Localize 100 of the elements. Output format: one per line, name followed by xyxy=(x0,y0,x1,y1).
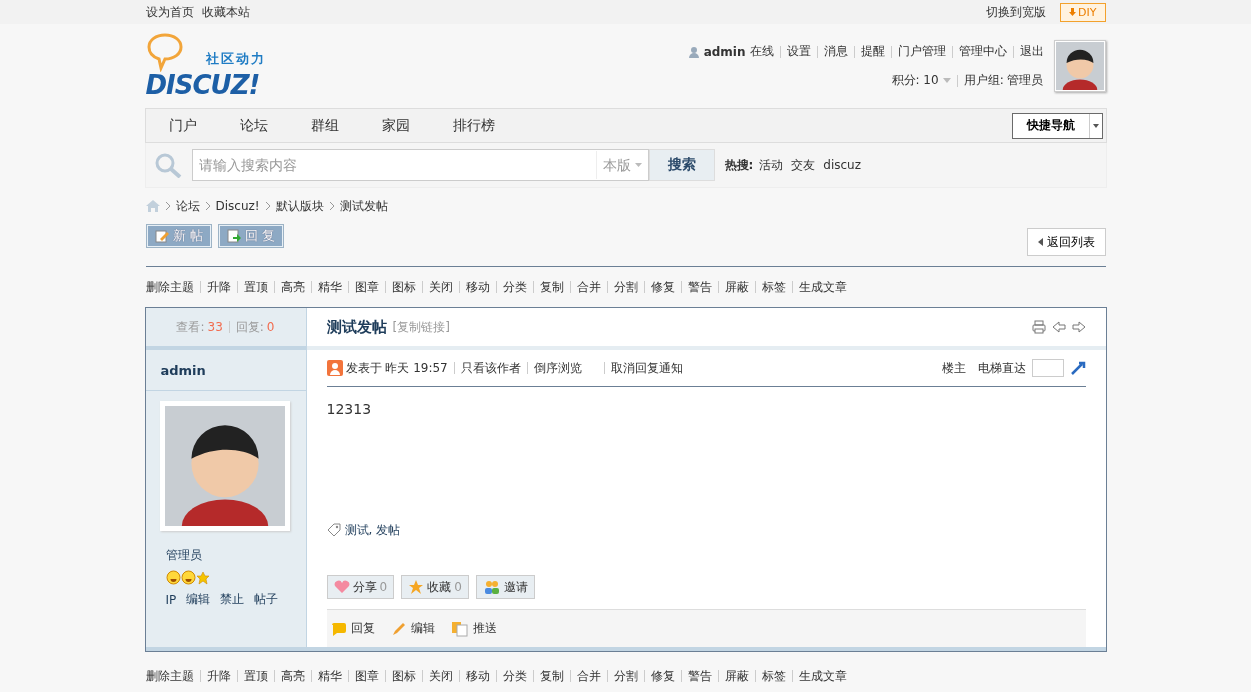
breadcrumb-link[interactable]: Discuz! xyxy=(215,199,260,213)
moderation-link[interactable]: 合并 xyxy=(576,667,601,685)
switch-width-link[interactable]: 切换到宽版 xyxy=(986,3,1047,21)
post-option-link[interactable]: 只看该作者 xyxy=(460,359,521,377)
user-menu-link[interactable]: 退出 xyxy=(1019,43,1044,60)
chevron-icon xyxy=(329,202,334,210)
moderation-link[interactable]: 升降 xyxy=(206,278,231,296)
reply-link[interactable]: 回复 xyxy=(330,620,375,637)
moderation-link[interactable]: 移动 xyxy=(465,667,490,685)
moderation-link[interactable]: 复制 xyxy=(539,667,564,685)
user-group-link[interactable]: 用户组: 管理员 xyxy=(963,72,1044,89)
breadcrumb-link[interactable]: 默认版块 xyxy=(275,197,324,215)
previous-arrow-icon[interactable] xyxy=(1051,321,1066,333)
user-menu-link[interactable]: 提醒 xyxy=(860,43,885,60)
back-to-list-button[interactable]: 返回列表 xyxy=(1026,228,1106,256)
top-link[interactable]: 收藏本站 xyxy=(201,3,250,21)
nav-item[interactable]: 家园 xyxy=(358,116,430,135)
moderation-link[interactable]: 图标 xyxy=(391,278,416,296)
print-icon[interactable] xyxy=(1031,320,1046,334)
user-avatar[interactable] xyxy=(1053,40,1106,92)
moderation-link[interactable]: 高亮 xyxy=(280,278,305,296)
chevron-icon xyxy=(205,202,210,210)
top-link[interactable]: 设为首页 xyxy=(145,3,194,21)
user-rank-link[interactable]: 管理员 xyxy=(165,547,286,564)
moderation-link[interactable]: 图章 xyxy=(354,278,379,296)
author-action-link[interactable]: 禁止 xyxy=(220,591,245,608)
nav-item[interactable]: 排行榜 xyxy=(429,116,515,135)
moderation-link[interactable]: 关闭 xyxy=(428,667,453,685)
hot-search-link[interactable]: discuz xyxy=(823,158,862,172)
push-link[interactable]: 推送 xyxy=(450,620,497,637)
hot-search-link[interactable]: 交友 xyxy=(791,156,816,174)
moderation-link[interactable]: 删除主题 xyxy=(145,667,194,685)
star-icon xyxy=(195,570,210,585)
moderation-link[interactable]: 合并 xyxy=(576,278,601,296)
moderation-link[interactable]: 图标 xyxy=(391,667,416,685)
quick-nav-button[interactable]: 快捷导航 xyxy=(1011,112,1103,139)
moderation-link[interactable]: 分割 xyxy=(613,667,638,685)
post-time: 发表于 昨天 19:57 xyxy=(345,359,448,377)
user-menu-link[interactable]: 门户管理 xyxy=(897,43,946,60)
jump-label: 电梯直达 xyxy=(977,359,1026,377)
nav-item[interactable]: 群组 xyxy=(287,116,359,135)
moderation-link[interactable]: 警告 xyxy=(687,667,712,685)
moderation-link[interactable]: 标签 xyxy=(761,667,786,685)
user-icon xyxy=(326,360,343,376)
favorite-button[interactable]: 收藏 0 xyxy=(401,575,469,599)
share-button[interactable]: 分享 0 xyxy=(326,575,395,599)
post-option-link[interactable]: 取消回复通知 xyxy=(610,359,683,377)
hot-search-link[interactable]: 活动 xyxy=(759,156,784,174)
author-action-link[interactable]: 编辑 xyxy=(186,591,211,608)
moderation-link[interactable]: 分类 xyxy=(502,278,527,296)
username-link[interactable]: admin xyxy=(703,44,746,59)
nav-item[interactable]: 门户 xyxy=(145,116,217,135)
breadcrumb-link[interactable]: 测试发帖 xyxy=(339,197,388,215)
user-menu-link[interactable]: 设置 xyxy=(786,43,811,60)
floor-link[interactable]: 楼主 xyxy=(941,359,966,377)
jump-icon[interactable] xyxy=(1069,360,1086,376)
moderation-link[interactable]: 屏蔽 xyxy=(724,667,749,685)
next-arrow-icon[interactable] xyxy=(1071,321,1086,333)
moderation-link[interactable]: 分类 xyxy=(502,667,527,685)
pencil-icon xyxy=(154,229,169,243)
thread-title: 测试发帖 xyxy=(326,317,387,337)
author-action-link[interactable]: IP xyxy=(165,592,177,607)
moderation-link[interactable]: 分割 xyxy=(613,278,638,296)
moderation-link[interactable]: 生成文章 xyxy=(798,278,847,296)
search-button[interactable]: 搜索 xyxy=(648,149,715,181)
moderation-link[interactable]: 修复 xyxy=(650,278,675,296)
smiley-icon xyxy=(180,570,196,585)
moderation-link[interactable]: 生成文章 xyxy=(798,667,847,685)
invite-button[interactable]: 邀请 xyxy=(475,575,535,599)
documents-icon xyxy=(450,620,469,637)
moderation-link[interactable]: 精华 xyxy=(317,278,342,296)
moderation-link[interactable]: 修复 xyxy=(650,667,675,685)
moderation-link[interactable]: 标签 xyxy=(761,278,786,296)
floor-input-field[interactable] xyxy=(1031,359,1064,377)
credits-link[interactable]: 积分: 10 xyxy=(891,72,939,89)
moderation-link[interactable]: 置顶 xyxy=(243,667,268,685)
nav-item[interactable]: 论坛 xyxy=(216,116,288,135)
edit-link[interactable]: 编辑 xyxy=(390,620,435,637)
user-menu-link[interactable]: 管理中心 xyxy=(958,43,1007,60)
moderation-link[interactable]: 升降 xyxy=(206,667,231,685)
post-body: 12313 xyxy=(325,400,373,419)
smiley-icon xyxy=(165,570,181,585)
breadcrumb-link[interactable]: 论坛 xyxy=(175,197,200,215)
author-link[interactable]: admin xyxy=(160,362,206,378)
user-menu-link[interactable]: 消息 xyxy=(823,43,848,60)
moderation-link[interactable]: 图章 xyxy=(354,667,379,685)
post-option-link[interactable]: 倒序浏览 xyxy=(533,359,582,377)
moderation-link[interactable]: 高亮 xyxy=(280,667,305,685)
caret-icon xyxy=(1037,238,1043,246)
moderation-link[interactable]: 置顶 xyxy=(243,278,268,296)
moderation-link[interactable]: 删除主题 xyxy=(145,278,194,296)
moderation-link[interactable]: 复制 xyxy=(539,278,564,296)
moderation-link[interactable]: 警告 xyxy=(687,278,712,296)
moderation-link[interactable]: 屏蔽 xyxy=(724,278,749,296)
moderation-link[interactable]: 精华 xyxy=(317,667,342,685)
logo-tagline: 社区动力 xyxy=(205,50,266,68)
moderation-link[interactable]: 关闭 xyxy=(428,278,453,296)
moderation-link[interactable]: 移动 xyxy=(465,278,490,296)
user-icon xyxy=(687,45,700,58)
author-action-link[interactable]: 帖子 xyxy=(254,591,279,608)
